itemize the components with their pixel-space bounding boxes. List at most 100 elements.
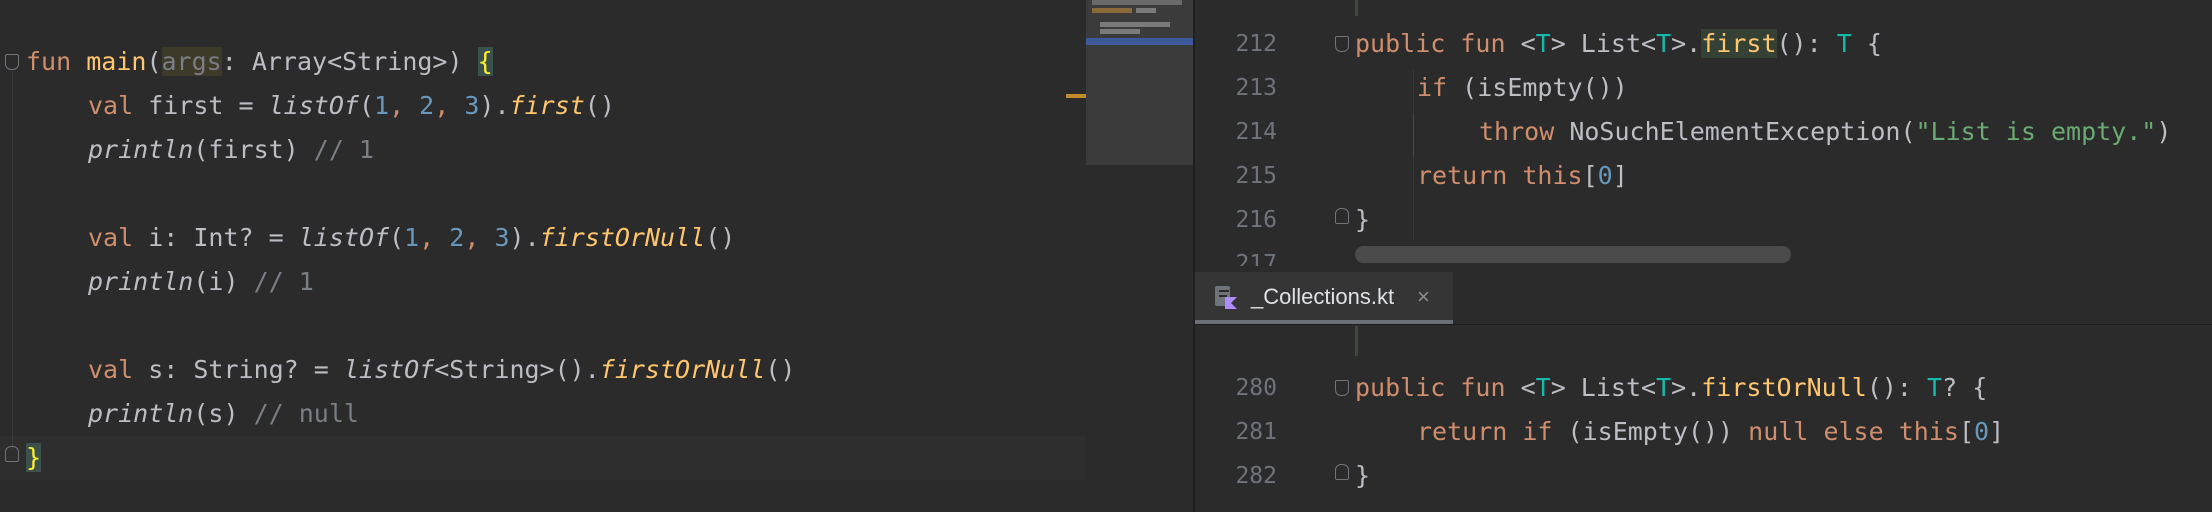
keyword-token: return [1417,417,1508,446]
string-token: "List is empty." [1915,117,2157,146]
function-call: firstOrNull [599,355,766,384]
keyword-token: val [88,223,134,252]
keyword-token: this [1898,417,1959,446]
left-editor[interactable]: fun main(args: Array<String>) { val firs… [0,0,1086,512]
comma-token: , [434,91,465,120]
minimap-row [1100,29,1140,34]
minimap-row [1092,8,1132,13]
close-icon[interactable]: × [1417,272,1430,322]
horizontal-scrollbar[interactable] [1355,244,2212,266]
editor-tab-bar: _Collections.kt × [1195,272,2212,325]
function-call: println [88,399,194,428]
brace-token: } [1355,461,1371,490]
right-editor[interactable]: 212 213 214 215 216 217 public fun <T> L… [1195,0,2212,512]
code-line[interactable]: if (isEmpty()) [1417,66,1628,110]
line-number: 213 [1235,75,1277,101]
code-line[interactable]: return if (isEmpty()) null else this[0] [1417,410,2004,454]
current-line-highlight [0,436,1086,480]
keyword-token: throw [1479,117,1555,146]
code-line[interactable]: val s: String? = listOf<String>().firstO… [88,348,795,392]
param-args: args [161,47,222,76]
code-line[interactable]: return this[0] [1417,154,1628,198]
type-param: T [1656,29,1672,58]
code-line[interactable]: public fun <T> List<T>.first(): T { [1355,22,1882,66]
comma-token: , [464,223,495,252]
code-line[interactable]: public fun <T> List<T>.firstOrNull(): T?… [1355,366,1987,410]
paren-token: ). [509,223,540,252]
fold-marker-icon[interactable] [5,54,19,70]
code-line[interactable]: println(i) // 1 [88,260,314,304]
function-name: main [86,47,147,76]
line-number: 281 [1235,419,1277,445]
ident-token: s: String? = [133,355,344,384]
code-line[interactable]: println(s) // null [88,392,359,436]
code-line[interactable]: } [1355,454,1370,498]
keyword-token: val [88,355,134,384]
args-token: (first) [193,135,314,164]
code-line[interactable]: throw NoSuchElementException("List is em… [1479,110,2171,154]
bracket-token: [ [1958,417,1974,446]
keyword-token: public [1355,373,1446,402]
fold-marker-icon[interactable] [1335,36,1349,52]
keyword-token: else [1823,417,1884,446]
fold-marker-icon[interactable] [1335,464,1349,480]
warning-marker[interactable] [1066,94,1086,98]
keyword-token: this [1522,161,1583,190]
keyword-token: return [1417,161,1508,190]
paren-token: ) [2156,117,2172,146]
line-number: 217 [1235,251,1277,266]
scrollbar-thumb[interactable] [1355,246,1791,263]
brace-token: { [477,47,493,76]
code-line[interactable]: } [26,436,42,480]
code-line[interactable]: } [1355,198,1370,242]
fold-marker-icon[interactable] [1335,380,1349,396]
minimap-selection [1086,38,1194,45]
code-line[interactable]: val i: Int? = listOf(1, 2, 3).firstOrNul… [88,216,735,260]
keyword-token: fun [1460,373,1506,402]
fold-guide [12,70,13,450]
comment-token: // 1 [313,135,374,164]
line-number: 216 [1235,207,1277,233]
number-token: 0 [1974,417,1990,446]
change-marker [1355,326,1358,356]
keyword-token: fun [26,47,72,76]
fold-marker-icon[interactable] [1335,208,1349,224]
fold-marker-icon[interactable] [5,446,19,462]
paren-token: ( [146,47,162,76]
code-line[interactable]: val first = listOf(1, 2, 3).first() [88,84,615,128]
minimap-row [1136,8,1156,13]
keyword-token: if [1417,73,1448,102]
function-name: firstOrNull [1701,373,1867,402]
line-number: 214 [1235,119,1277,145]
comma-token: , [419,223,450,252]
number-token: 2 [449,223,465,252]
type-token: : Array<String>) [221,47,478,76]
keyword-token: null [1748,417,1809,446]
paren-token: ). [479,91,510,120]
function-name: first [1701,29,1777,58]
number-token: 2 [419,91,435,120]
type-token: >. [1671,29,1702,58]
minimap-row [1100,22,1170,27]
args-token: (i) [193,267,254,296]
type-token: <String>(). [434,355,600,384]
tab-collections-kt[interactable]: _Collections.kt × [1195,272,1453,324]
code-line[interactable]: fun main(args: Array<String>) { [26,40,493,84]
code-line[interactable]: println(first) // 1 [88,128,374,172]
type-token: > List< [1550,29,1657,58]
brace-token: } [26,443,42,472]
number-token: 0 [1597,161,1613,190]
keyword-token: fun [1460,29,1506,58]
type-param: T [1535,29,1551,58]
minimap[interactable] [1086,0,1194,512]
type-param: T [1927,373,1943,402]
paren-token: () [584,91,615,120]
function-call: listOf [298,223,390,252]
comment-token: // 1 [253,267,314,296]
paren-token: ( [358,91,374,120]
paren-token: () [705,223,736,252]
